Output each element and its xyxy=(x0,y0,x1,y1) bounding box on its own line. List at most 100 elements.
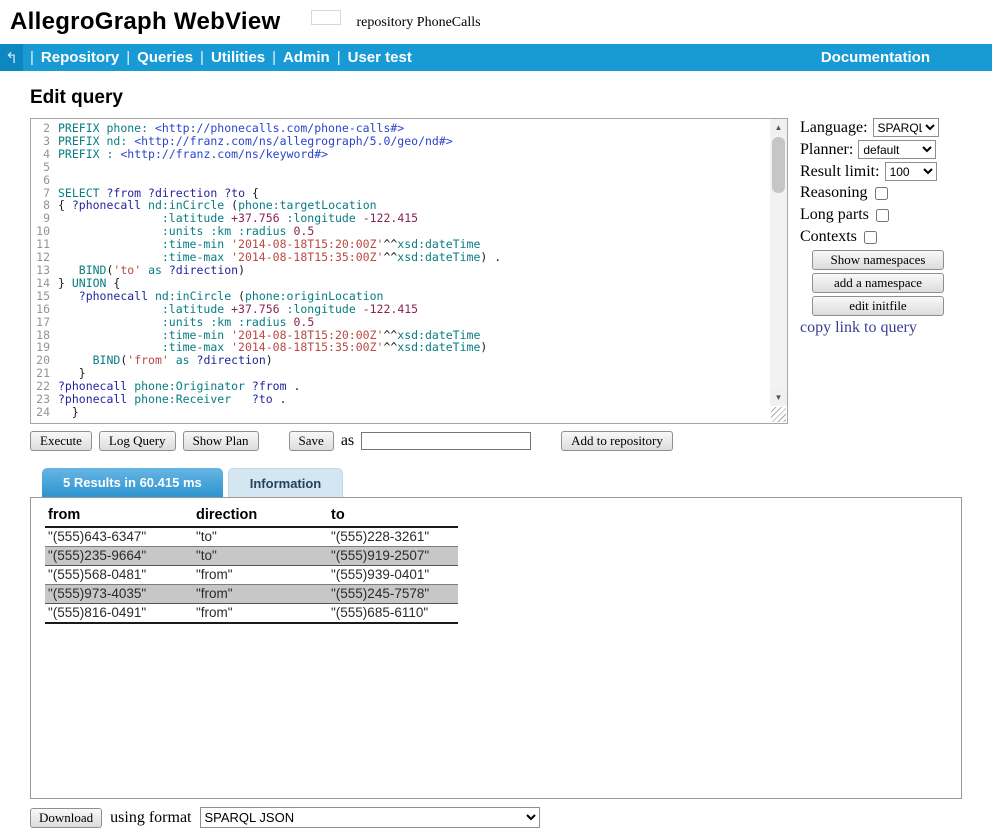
table-cell: "from" xyxy=(193,604,328,624)
nav-item-documentation[interactable]: Documentation xyxy=(821,49,930,66)
long-parts-checkbox[interactable] xyxy=(876,209,889,222)
contexts-checkbox[interactable] xyxy=(864,231,877,244)
page-title: Edit query xyxy=(30,87,992,109)
table-cell: "from" xyxy=(193,585,328,604)
table-cell: "from" xyxy=(193,566,328,585)
long-parts-row: Long parts xyxy=(800,206,980,224)
line-number: 4 xyxy=(31,148,58,161)
nav-item-utilities[interactable]: Utilities xyxy=(211,49,265,66)
table-cell: "(555)939-0401" xyxy=(328,566,458,585)
nav-separator: | xyxy=(126,49,130,66)
copy-link-to-query[interactable]: copy link to query xyxy=(800,319,980,337)
line-number: 13 xyxy=(31,264,58,277)
nav-items: |Repository|Queries|Utilities|Admin|User… xyxy=(23,49,412,66)
save-name-input[interactable] xyxy=(361,432,531,450)
result-limit-row: Result limit: 100 xyxy=(800,162,980,181)
nav-item-queries[interactable]: Queries xyxy=(137,49,193,66)
results-table-body: "(555)643-6347""to""(555)228-3261""(555)… xyxy=(45,527,458,623)
nav-item-user-test[interactable]: User test xyxy=(348,49,412,66)
nav-item-admin[interactable]: Admin xyxy=(283,49,330,66)
add-a-namespace-button[interactable]: add a namespace xyxy=(812,273,944,293)
code-line: 13 BIND('to' as ?direction) xyxy=(31,264,787,277)
table-row[interactable]: "(555)973-4035""from""(555)245-7578" xyxy=(45,585,458,604)
back-arrow-icon[interactable]: ↰ xyxy=(0,44,23,71)
editor-scrollbar[interactable]: ▲ ▼ xyxy=(770,119,787,406)
line-number: 15 xyxy=(31,290,58,303)
table-cell: "(555)568-0481" xyxy=(45,566,193,585)
log-query-button[interactable]: Log Query xyxy=(99,431,176,451)
tab-information[interactable]: Information xyxy=(228,468,344,497)
table-row[interactable]: "(555)235-9664""to""(555)919-2507" xyxy=(45,547,458,566)
table-cell: "to" xyxy=(193,527,328,547)
line-number: 3 xyxy=(31,135,58,148)
table-row[interactable]: "(555)643-6347""to""(555)228-3261" xyxy=(45,527,458,547)
download-row: Download using format SPARQL JSON xyxy=(30,807,992,828)
allegrograph-webview-page: AllegroGraph WebView repository PhoneCal… xyxy=(0,0,992,828)
execute-button[interactable]: Execute xyxy=(30,431,92,451)
code-text: BIND('from' as ?direction) xyxy=(58,354,273,367)
query-options-sidebar: Language: SPARQL Planner: default Result… xyxy=(800,118,980,337)
code-line: 24 } xyxy=(31,406,787,419)
planner-row: Planner: default xyxy=(800,140,980,159)
edit-initfile-button[interactable]: edit initfile xyxy=(812,296,944,316)
reasoning-row: Reasoning xyxy=(800,184,980,202)
long-parts-label: Long parts xyxy=(800,206,869,224)
nav-separator: | xyxy=(200,49,204,66)
table-row[interactable]: "(555)816-0491""from""(555)685-6110" xyxy=(45,604,458,624)
scrollbar-up-icon[interactable]: ▲ xyxy=(770,119,787,136)
code-line: 20 BIND('from' as ?direction) xyxy=(31,354,787,367)
reasoning-checkbox[interactable] xyxy=(875,187,888,200)
query-actions: Execute Log Query Show Plan Save as Add … xyxy=(30,431,992,451)
line-number: 24 xyxy=(31,406,58,419)
sidebar-buttons: Show namespaces add a namespace edit initf… xyxy=(812,250,944,316)
table-cell: "(555)643-6347" xyxy=(45,527,193,547)
nav-item-repository[interactable]: Repository xyxy=(41,49,119,66)
using-format-label: using format xyxy=(110,809,191,827)
line-number: 14 xyxy=(31,277,58,290)
contexts-label: Contexts xyxy=(800,228,857,246)
table-cell: "(555)685-6110" xyxy=(328,604,458,624)
line-number: 2 xyxy=(31,122,58,135)
table-cell: "(555)245-7578" xyxy=(328,585,458,604)
tab-results[interactable]: 5 Results in 60.415 ms xyxy=(42,468,223,497)
table-cell: "(555)235-9664" xyxy=(45,547,193,566)
scrollbar-down-icon[interactable]: ▼ xyxy=(770,389,787,406)
planner-select[interactable]: default xyxy=(858,140,936,159)
table-row[interactable]: "(555)568-0481""from""(555)939-0401" xyxy=(45,566,458,585)
repository-label: repository PhoneCalls xyxy=(357,15,481,31)
line-number: 5 xyxy=(31,161,58,174)
download-button[interactable]: Download xyxy=(30,808,102,828)
code-text: PREFIX : <http://franz.com/ns/keyword#> xyxy=(58,148,328,161)
code-line: 16 :latitude +37.756 :longitude -122.415 xyxy=(31,303,787,316)
main-content: Edit query 2PREFIX phone: <http://phonec… xyxy=(0,87,992,828)
header-mini-box xyxy=(311,10,341,25)
language-select[interactable]: SPARQL xyxy=(873,118,939,137)
nav-separator: | xyxy=(337,49,341,66)
editor-row: 2PREFIX phone: <http://phonecalls.com/ph… xyxy=(30,118,992,424)
query-editor[interactable]: 2PREFIX phone: <http://phonecalls.com/ph… xyxy=(30,118,788,424)
table-cell: "(555)973-4035" xyxy=(45,585,193,604)
show-plan-button[interactable]: Show Plan xyxy=(183,431,259,451)
planner-label: Planner: xyxy=(800,141,853,159)
code-line: 23?phonecall phone:Receiver ?to . xyxy=(31,393,787,406)
main-nav: ↰ |Repository|Queries|Utilities|Admin|Us… xyxy=(0,44,992,71)
column-header-direction: direction xyxy=(193,506,328,527)
save-button[interactable]: Save xyxy=(289,431,334,451)
checkbox-rows: Reasoning Long parts Contexts xyxy=(800,184,980,246)
show-namespaces-button[interactable]: Show namespaces xyxy=(812,250,944,270)
result-limit-select[interactable]: 100 xyxy=(885,162,937,181)
nav-separator: | xyxy=(272,49,276,66)
code-line: 6 xyxy=(31,174,787,187)
contexts-row: Contexts xyxy=(800,228,980,246)
line-number: 16 xyxy=(31,303,58,316)
language-row: Language: SPARQL xyxy=(800,118,980,137)
scrollbar-thumb[interactable] xyxy=(772,137,785,193)
result-limit-label: Result limit: xyxy=(800,163,880,181)
table-cell: "(555)816-0491" xyxy=(45,604,193,624)
header: AllegroGraph WebView repository PhoneCal… xyxy=(0,0,992,44)
results-table-header: fromdirectionto xyxy=(45,506,458,527)
editor-resize-grip[interactable] xyxy=(771,407,786,422)
format-select[interactable]: SPARQL JSON xyxy=(200,807,540,828)
code-text: ?phonecall phone:Receiver ?to . xyxy=(58,393,287,406)
add-to-repository-button[interactable]: Add to repository xyxy=(561,431,673,451)
